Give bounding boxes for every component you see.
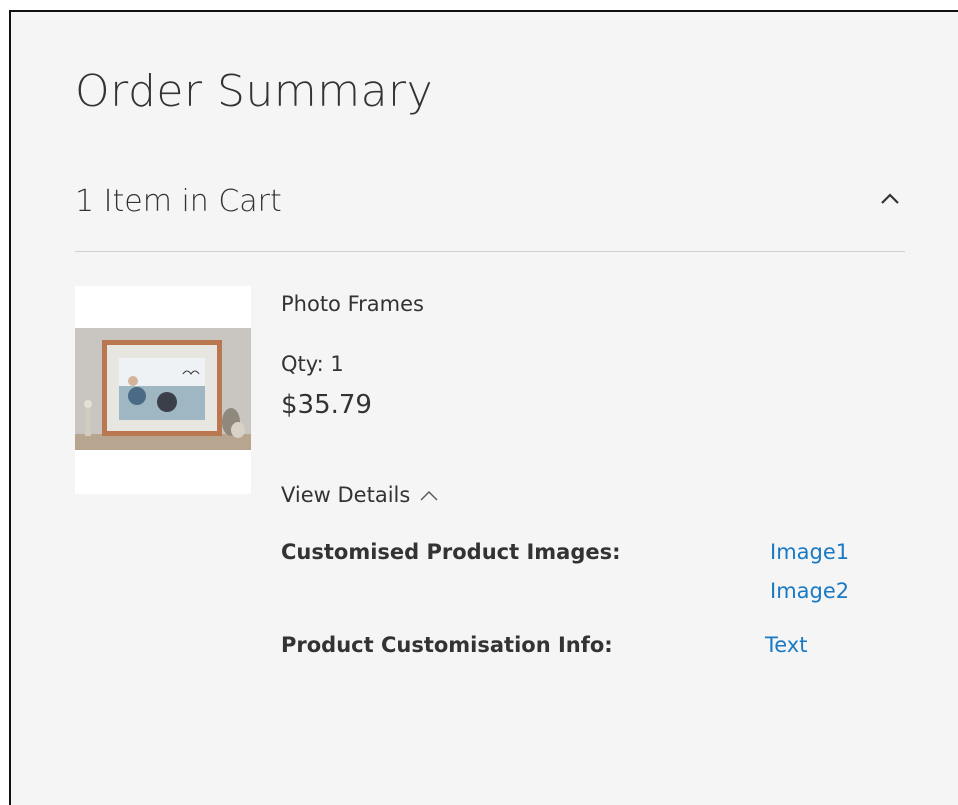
product-thumbnail[interactable] xyxy=(75,286,251,494)
option-label-customised-images: Customised Product Images: xyxy=(281,540,621,564)
option-link-text[interactable]: Text xyxy=(765,635,807,656)
chevron-up-icon[interactable] xyxy=(875,184,905,214)
items-in-cart-toggle[interactable]: 1 Item in Cart xyxy=(75,184,905,252)
view-details-toggle[interactable]: View Details xyxy=(281,485,440,506)
items-in-cart-label: 1 Item in Cart xyxy=(75,184,282,219)
option-label-customisation-info: Product Customisation Info: xyxy=(281,633,613,657)
product-qty: Qty: 1 xyxy=(281,352,344,376)
chevron-up-icon xyxy=(418,485,440,506)
product-price: $35.79 xyxy=(281,390,372,420)
view-details-label: View Details xyxy=(281,483,411,507)
page-title: Order Summary xyxy=(75,66,434,117)
option-link-image1[interactable]: Image1 xyxy=(770,542,849,563)
product-name[interactable]: Photo Frames xyxy=(281,294,424,315)
option-link-image2[interactable]: Image2 xyxy=(770,581,849,602)
order-summary-panel: Order Summary 1 Item in Cart Photo Frame… xyxy=(9,10,958,805)
